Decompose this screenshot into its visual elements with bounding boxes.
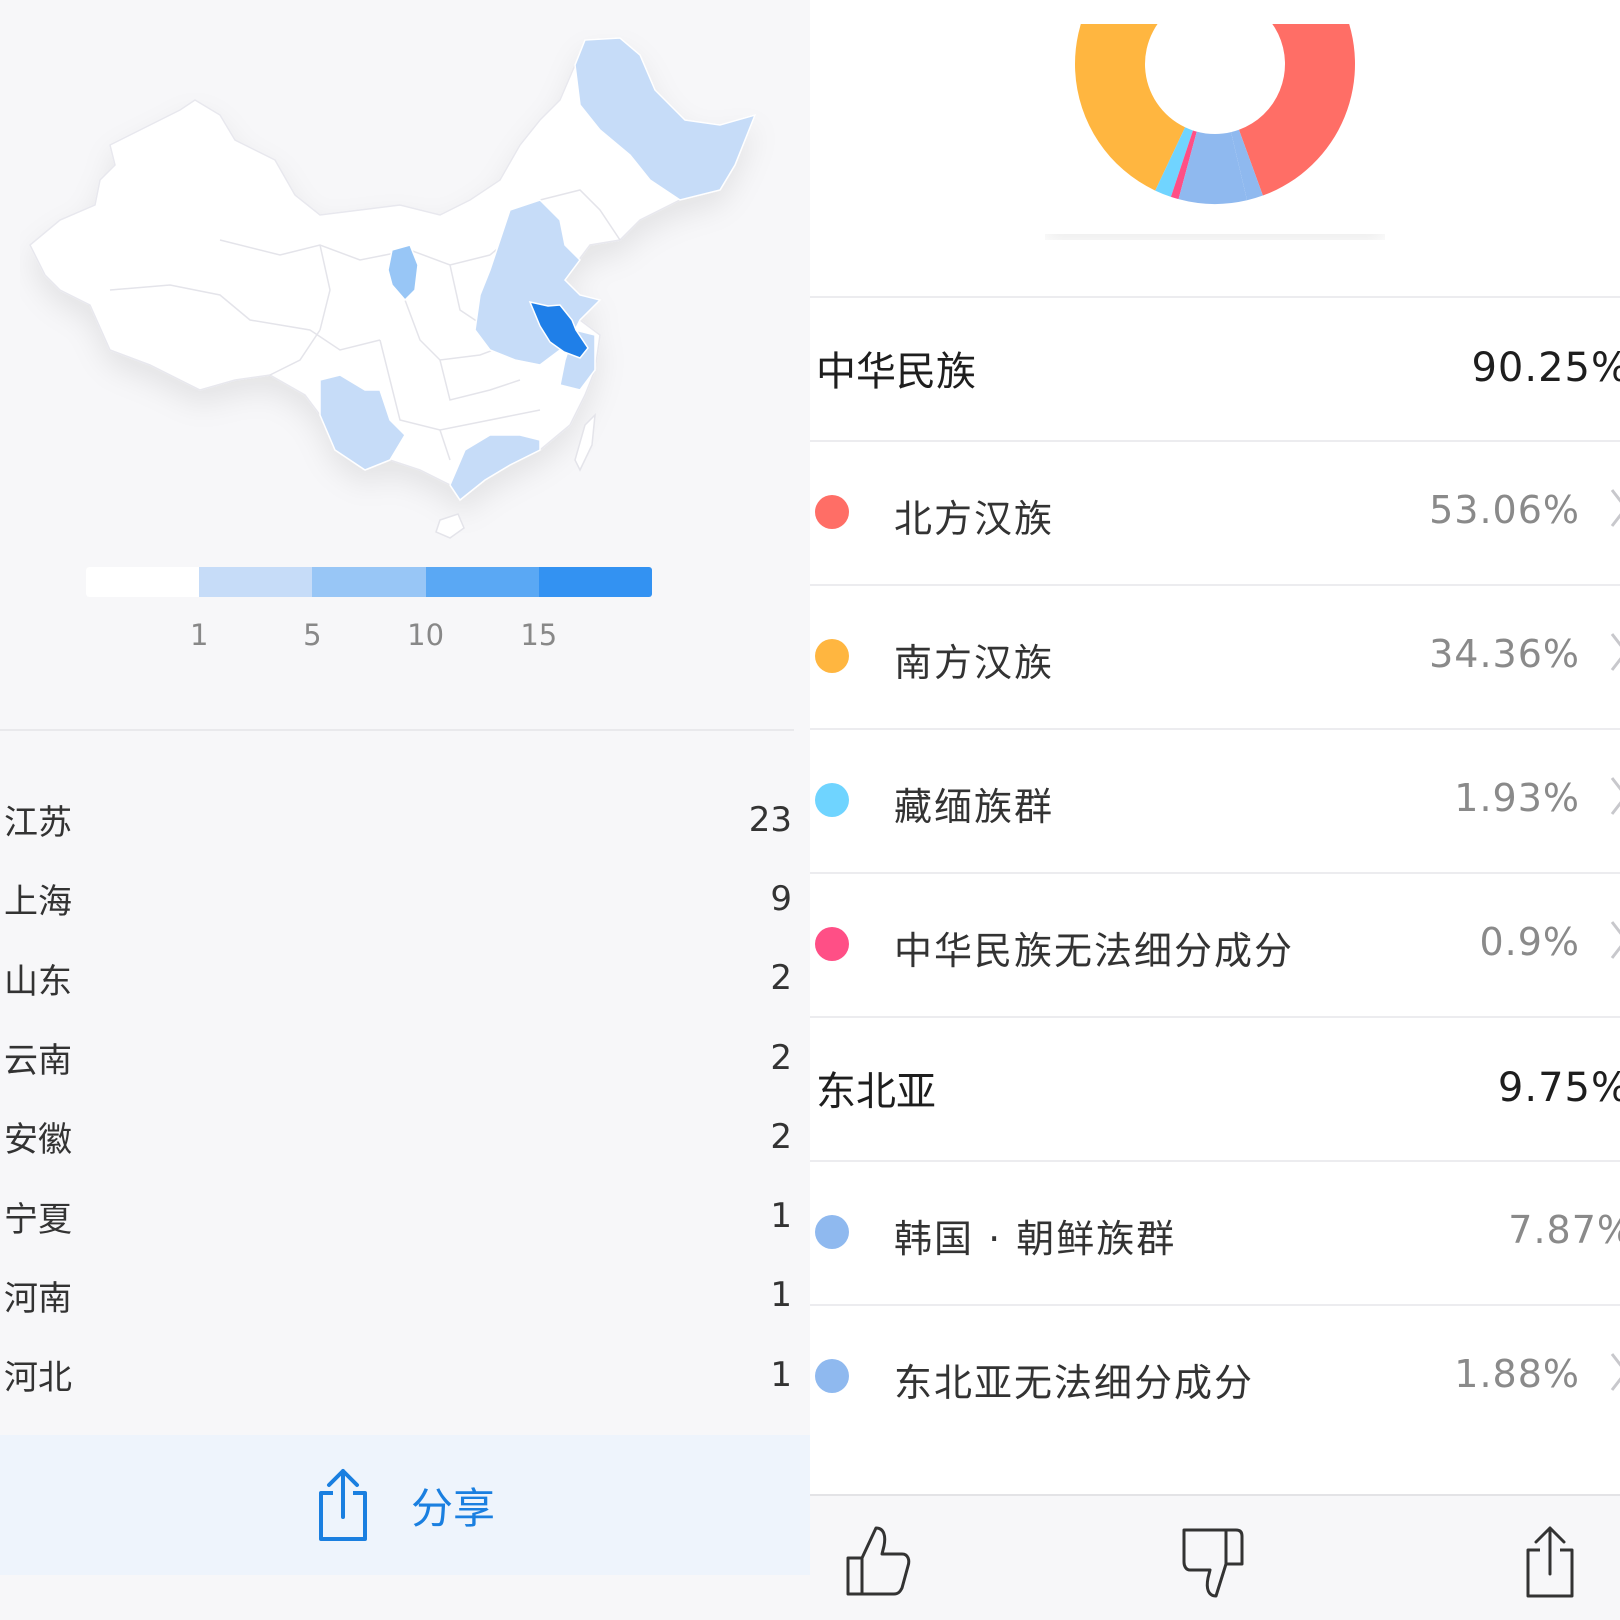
thumbs-down-button[interactable]: [1180, 1524, 1250, 1600]
chevron-right-icon: [1610, 633, 1620, 671]
toolbar-share-button[interactable]: [1522, 1524, 1592, 1600]
province-count: 2: [770, 958, 792, 999]
group-percentage: 9.75%: [1497, 1065, 1620, 1111]
province-name: 上海: [4, 882, 72, 923]
chevron-right-icon: [1610, 921, 1620, 959]
legend-segment-empty: [86, 567, 200, 597]
legend-segment-low: [199, 567, 313, 597]
province-name: 宁夏: [4, 1199, 72, 1240]
divider: [0, 729, 794, 731]
share-label: 分享: [410, 1483, 495, 1533]
list-item-zhonghua-unclassified[interactable]: 中华民族无法细分成分 0.9%: [810, 874, 1620, 1014]
legend-segment-top: [538, 567, 652, 597]
legend-tick: 10: [407, 618, 445, 652]
item-percentage: 1.93%: [1454, 776, 1580, 820]
item-name: 中华民族无法细分成分: [894, 929, 1295, 973]
item-name: 北方汉族: [894, 497, 1055, 541]
chevron-right-icon: [1610, 1353, 1620, 1391]
province-count: 1: [770, 1275, 792, 1316]
province-count: 2: [770, 1037, 792, 1078]
item-percentage: 53.06%: [1429, 488, 1580, 532]
group-name: 中华民族: [816, 349, 976, 395]
province-count: 9: [770, 878, 792, 919]
group-row-zhonghua: 中华民族 90.25%: [810, 298, 1620, 438]
province-name: 江苏: [4, 803, 72, 844]
thumbs-up-button[interactable]: [844, 1524, 914, 1600]
color-dot: [815, 1215, 849, 1249]
thumbs-down-icon: [1182, 1528, 1244, 1598]
donut-svg: [1045, 0, 1385, 234]
item-name: 南方汉族: [894, 641, 1055, 685]
province-distribution-panel: 1 5 10 15 江苏 23 上海 9 山东 2 云南 2 安徽 2 宁夏 1: [0, 0, 810, 1620]
province-list: 江苏 23 上海 9 山东 2 云南 2 安徽 2 宁夏 1 河南 1 河北 1: [0, 780, 794, 1414]
chevron-right-icon: [1610, 489, 1620, 527]
map-legend-ticks: 1 5 10 15: [86, 618, 652, 658]
list-item: 山东 2: [0, 939, 794, 1018]
share-icon: [318, 1469, 367, 1541]
list-item-north-han[interactable]: 北方汉族 53.06%: [810, 442, 1620, 582]
item-name: 韩国 · 朝鲜族群: [894, 1217, 1177, 1261]
list-item: 江苏 23: [0, 780, 794, 859]
chevron-right-icon: [1610, 777, 1620, 815]
list-item: 河北 1: [0, 1335, 794, 1414]
bottom-toolbar: [810, 1494, 1620, 1620]
list-item-korean[interactable]: 韩国 · 朝鲜族群 7.87%: [810, 1162, 1620, 1302]
item-percentage: 7.87%: [1508, 1208, 1620, 1252]
color-dot: [815, 639, 849, 673]
province-count: 1: [770, 1354, 792, 1395]
ancestry-composition-panel: 中华民族 90.25% 北方汉族 53.06% 南方汉族 34.36% 藏缅族群…: [810, 0, 1620, 1620]
legend-tick: 1: [189, 618, 209, 652]
share-icon: [1526, 1526, 1574, 1598]
list-item: 云南 2: [0, 1018, 794, 1097]
province-name: 云南: [4, 1041, 72, 1082]
color-dot: [815, 927, 849, 961]
ancestry-donut-chart: [1045, 0, 1385, 240]
list-item-tibeto-burman[interactable]: 藏缅族群 1.93%: [810, 730, 1620, 870]
region-taiwan: [574, 412, 596, 472]
list-item: 河南 1: [0, 1256, 794, 1335]
china-map: [20, 30, 780, 550]
map-legend-scale: [86, 567, 652, 597]
province-name: 河北: [4, 1358, 72, 1399]
group-percentage: 90.25%: [1471, 345, 1620, 391]
item-name: 藏缅族群: [894, 785, 1055, 829]
province-count: 2: [770, 1116, 792, 1157]
donut-crop: [1045, 0, 1385, 24]
province-count: 1: [770, 1196, 792, 1237]
list-item: 上海 9: [0, 859, 794, 938]
list-item: 安徽 2: [0, 1097, 794, 1176]
region-hainan: [435, 513, 465, 539]
thumbs-up-icon: [846, 1526, 911, 1596]
group-row-northeast-asia: 东北亚 9.75%: [810, 1018, 1620, 1158]
china-map-svg: [29, 37, 757, 539]
color-dot: [815, 495, 849, 529]
share-bar: 分享: [0, 1435, 810, 1575]
province-count: 23: [748, 799, 792, 840]
item-name: 东北亚无法细分成分: [894, 1361, 1255, 1405]
legend-segment-mid: [312, 567, 426, 597]
province-name: 山东: [4, 961, 72, 1002]
list-item-south-han[interactable]: 南方汉族 34.36%: [810, 586, 1620, 726]
share-button[interactable]: 分享: [315, 1467, 495, 1543]
legend-segment-high: [425, 567, 539, 597]
province-name: 河南: [4, 1278, 72, 1319]
list-item: 宁夏 1: [0, 1176, 794, 1255]
group-name: 东北亚: [816, 1069, 936, 1115]
legend-tick: 5: [303, 618, 322, 652]
item-percentage: 34.36%: [1429, 632, 1580, 676]
list-item-northeast-asia-unclassified[interactable]: 东北亚无法细分成分 1.88%: [810, 1306, 1620, 1446]
item-percentage: 0.9%: [1479, 920, 1580, 964]
color-dot: [815, 1359, 849, 1393]
item-percentage: 1.88%: [1454, 1352, 1580, 1396]
legend-tick: 15: [520, 618, 558, 652]
color-dot: [815, 783, 849, 817]
province-name: 安徽: [4, 1120, 72, 1161]
